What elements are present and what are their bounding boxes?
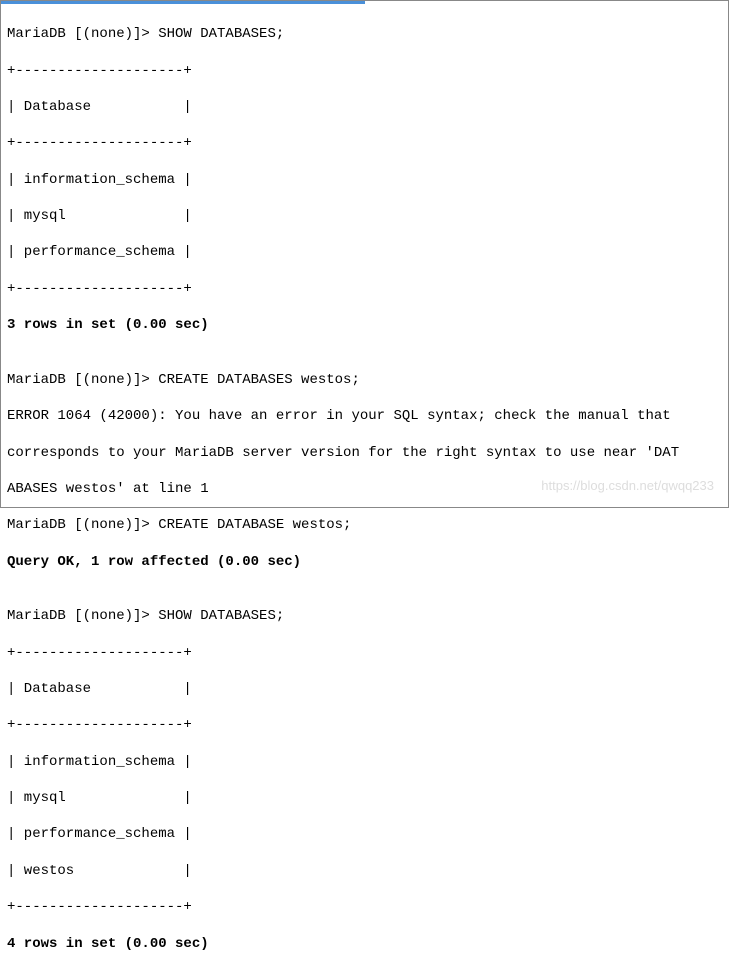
- error-line: ABASES westos' at line 1: [7, 480, 722, 498]
- table-border: +--------------------+: [7, 280, 722, 298]
- table-border: +--------------------+: [7, 62, 722, 80]
- result-summary: 3 rows in set (0.00 sec): [7, 316, 722, 334]
- table-header: | Database |: [7, 680, 722, 698]
- table-border: +--------------------+: [7, 134, 722, 152]
- table-row: | information_schema |: [7, 753, 722, 771]
- error-line: corresponds to your MariaDB server versi…: [7, 444, 722, 462]
- table-row: | performance_schema |: [7, 243, 722, 261]
- table-header: | Database |: [7, 98, 722, 116]
- result-summary: Query OK, 1 row affected (0.00 sec): [7, 553, 722, 571]
- terminal-output: MariaDB [(none)]> SHOW DATABASES; +-----…: [1, 4, 728, 974]
- table-border: +--------------------+: [7, 716, 722, 734]
- result-summary: 4 rows in set (0.00 sec): [7, 935, 722, 953]
- table-border: +--------------------+: [7, 644, 722, 662]
- prompt-line: MariaDB [(none)]> CREATE DATABASE westos…: [7, 516, 722, 534]
- table-border: +--------------------+: [7, 898, 722, 916]
- prompt-line: MariaDB [(none)]> SHOW DATABASES;: [7, 607, 722, 625]
- table-row: | mysql |: [7, 789, 722, 807]
- prompt-line: MariaDB [(none)]> SHOW DATABASES;: [7, 25, 722, 43]
- prompt-line: MariaDB [(none)]> CREATE DATABASES westo…: [7, 371, 722, 389]
- error-line: ERROR 1064 (42000): You have an error in…: [7, 407, 722, 425]
- table-row: | information_schema |: [7, 171, 722, 189]
- table-row: | westos |: [7, 862, 722, 880]
- table-row: | mysql |: [7, 207, 722, 225]
- table-row: | performance_schema |: [7, 825, 722, 843]
